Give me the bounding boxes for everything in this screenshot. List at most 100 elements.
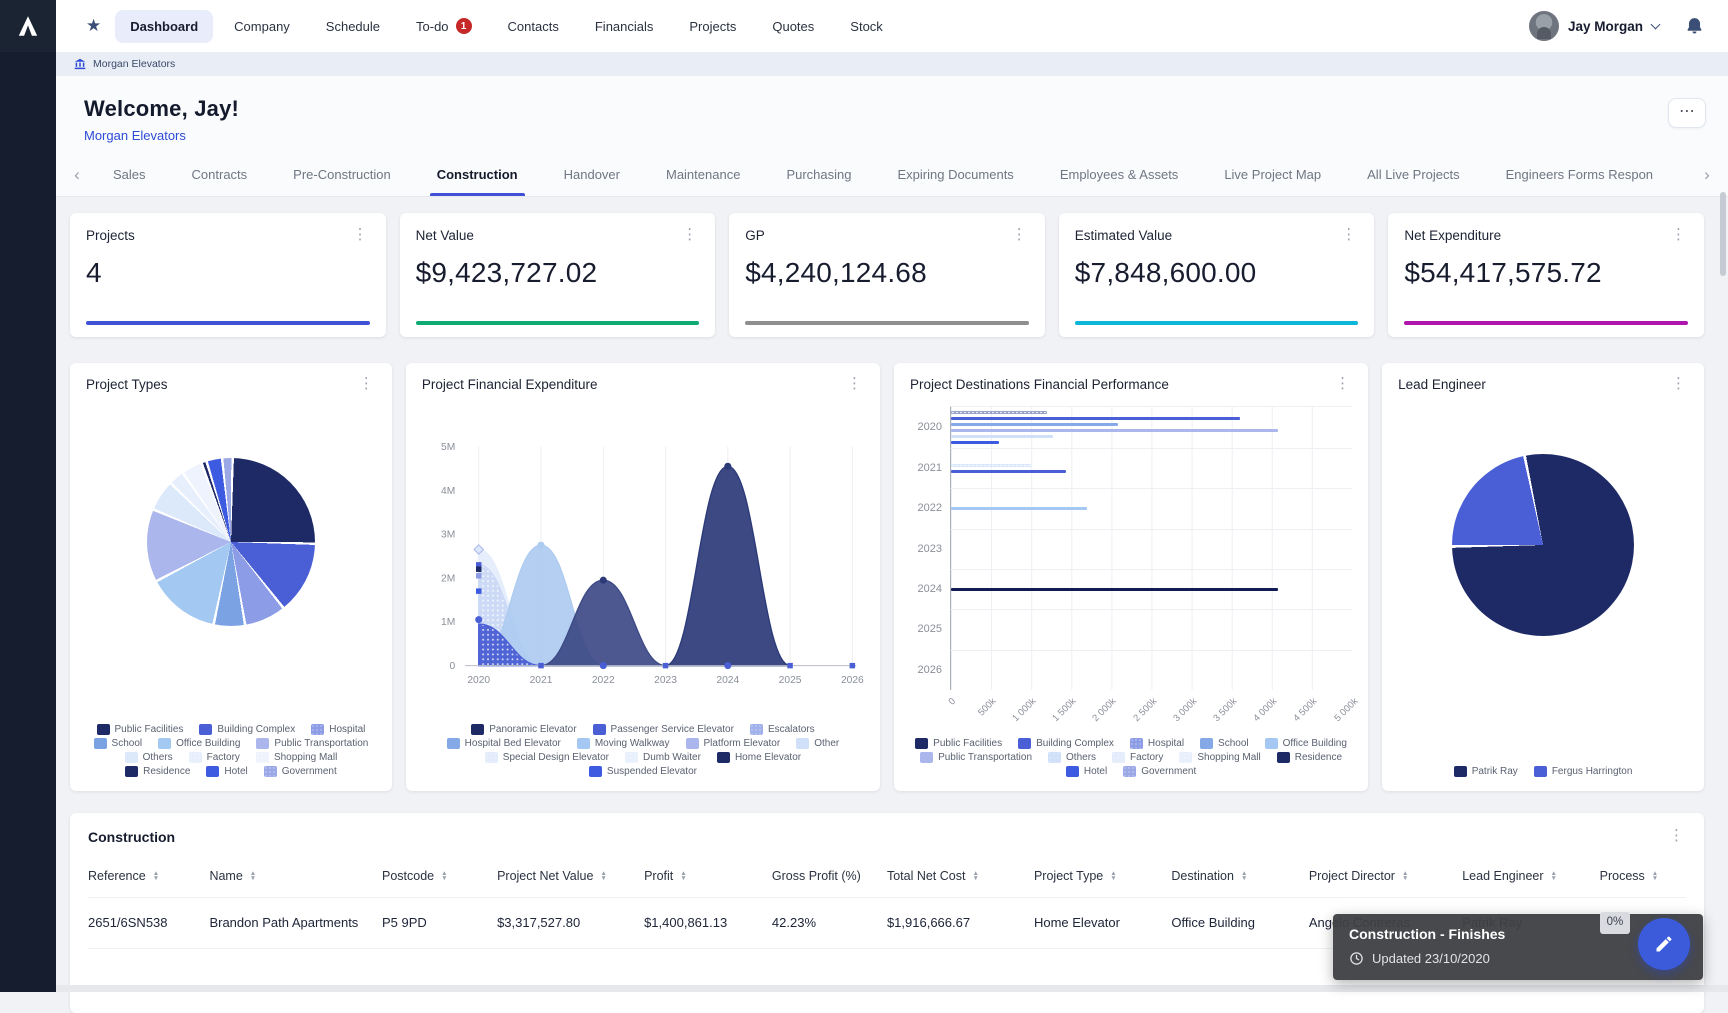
bar-group-2023: 2023	[910, 529, 1352, 569]
sort-icon[interactable]: ▲▼	[153, 871, 159, 881]
kebab-menu-icon[interactable]: ⋮	[845, 377, 864, 391]
pencil-icon	[1654, 934, 1674, 954]
column-header-postcode: Postcode▲▼	[382, 869, 497, 883]
sort-icon[interactable]: ▲▼	[1652, 871, 1658, 881]
expenditure-area-chart: 01M2M3M4M5M 2020202120222023202420252026	[422, 396, 864, 724]
tab-contracts[interactable]: Contracts	[169, 153, 271, 196]
chart-title: Project Financial Expenditure	[422, 377, 598, 392]
legend-item-public-transportation: Public Transportation	[920, 752, 1032, 763]
nav-item-schedule[interactable]: Schedule	[311, 10, 395, 43]
todo-count-badge: 1	[456, 18, 472, 34]
legend-item-home-elevator: Home Elevator	[717, 752, 801, 763]
kebab-menu-icon[interactable]: ⋮	[680, 228, 699, 242]
tabs-scroll-right-icon[interactable]: ›	[1694, 153, 1720, 196]
svg-text:4M: 4M	[441, 486, 455, 497]
nav-item-projects[interactable]: Projects	[674, 10, 751, 43]
tab-sales[interactable]: Sales	[90, 153, 169, 196]
tab-employees-assets[interactable]: Employees & Assets	[1037, 153, 1202, 196]
svg-text:2026: 2026	[841, 675, 864, 686]
header-more-button[interactable]: ⋯	[1668, 98, 1706, 128]
legend-item-school: School	[94, 738, 143, 749]
nav-item-financials[interactable]: Financials	[580, 10, 669, 43]
legend-swatch	[1534, 766, 1547, 777]
sort-icon[interactable]: ▲▼	[441, 871, 447, 881]
kebab-menu-icon[interactable]: ⋮	[1010, 228, 1029, 242]
tab-engineers-forms-respon[interactable]: Engineers Forms Respon	[1483, 153, 1676, 196]
x-axis-tick: 2 000k	[1091, 696, 1119, 724]
bar-building-complex	[951, 417, 1240, 420]
edit-fab-button[interactable]	[1638, 918, 1690, 970]
column-header-project-type: Project Type▲▼	[1034, 869, 1171, 883]
destinations-bar-chart: 20202021202220232024202520260500k1 000k1…	[910, 406, 1352, 738]
tab-expiring-documents[interactable]: Expiring Documents	[874, 153, 1036, 196]
svg-text:1M: 1M	[441, 617, 455, 628]
vertical-scrollbar-thumb[interactable]	[1720, 192, 1726, 276]
nav-item-company[interactable]: Company	[219, 10, 305, 43]
cell-postcode: P5 9PD	[382, 914, 497, 932]
kpi-value: $9,423,727.02	[416, 257, 700, 289]
sort-icon[interactable]: ▲▼	[1241, 871, 1247, 881]
nav-item-stock[interactable]: Stock	[835, 10, 898, 43]
tab-construction[interactable]: Construction	[414, 153, 541, 196]
x-axis-tick: 4 000k	[1251, 696, 1279, 724]
sort-icon[interactable]: ▲▼	[600, 871, 606, 881]
construction-table-card: Construction ⋮ Reference▲▼Name▲▼Postcode…	[70, 813, 1704, 1013]
horizontal-scrollbar-track[interactable]	[56, 985, 1728, 992]
tab-live-project-map[interactable]: Live Project Map	[1201, 153, 1344, 196]
breadcrumb-company[interactable]: Morgan Elevators	[93, 58, 175, 70]
sort-icon[interactable]: ▲▼	[1551, 871, 1557, 881]
svg-text:2M: 2M	[441, 573, 455, 584]
kpi-accent-bar	[745, 321, 1029, 325]
sort-icon[interactable]: ▲▼	[250, 871, 256, 881]
user-menu[interactable]: Jay Morgan	[1529, 11, 1659, 41]
main-nav: DashboardCompanyScheduleTo-do1ContactsFi…	[115, 9, 898, 43]
tab-handover[interactable]: Handover	[541, 153, 643, 196]
legend-swatch	[199, 724, 212, 735]
legend-item-shopping-mall: Shopping Mall	[256, 752, 337, 763]
legend-item-patrik-ray: Patrik Ray	[1454, 766, 1518, 777]
bar-school	[951, 423, 1118, 426]
kebab-menu-icon[interactable]: ⋮	[1333, 377, 1352, 391]
legend-swatch	[796, 738, 809, 749]
sort-icon[interactable]: ▲▼	[1402, 871, 1408, 881]
tab-all-live-projects[interactable]: All Live Projects	[1344, 153, 1482, 196]
bar-hotel	[951, 441, 999, 444]
legend-item-residence: Residence	[125, 766, 190, 777]
column-header-name: Name▲▼	[209, 869, 382, 883]
nav-item-to-do[interactable]: To-do1	[401, 9, 487, 43]
nav-item-dashboard[interactable]: Dashboard	[115, 10, 213, 43]
legend-item-other: Other	[796, 738, 839, 749]
tab-maintenance[interactable]: Maintenance	[643, 153, 763, 196]
logo-a-icon	[15, 13, 41, 39]
legend-swatch	[1018, 738, 1031, 749]
kebab-menu-icon[interactable]: ⋮	[1669, 228, 1688, 242]
bar-group-2025: 2025	[910, 609, 1352, 649]
chart-title: Project Types	[86, 377, 168, 392]
legend-item-moving-walkway: Moving Walkway	[577, 738, 670, 749]
sort-icon[interactable]: ▲▼	[1110, 871, 1116, 881]
kebab-menu-icon[interactable]: ⋮	[1667, 829, 1686, 843]
kebab-menu-icon[interactable]: ⋮	[357, 377, 376, 391]
nav-item-contacts[interactable]: Contacts	[493, 10, 574, 43]
legend-item-hotel: Hotel	[206, 766, 247, 777]
legend-item-public-facilities: Public Facilities	[915, 738, 1002, 749]
legend-swatch	[717, 752, 730, 763]
company-link[interactable]: Morgan Elevators	[84, 128, 186, 143]
nav-item-quotes[interactable]: Quotes	[757, 10, 829, 43]
kpi-label: Net Value	[416, 228, 474, 243]
legend-item-office-building: Office Building	[1265, 738, 1347, 749]
tab-pre-construction[interactable]: Pre-Construction	[270, 153, 414, 196]
kebab-menu-icon[interactable]: ⋮	[1339, 228, 1358, 242]
kebab-menu-icon[interactable]: ⋮	[1669, 377, 1688, 391]
legend-swatch	[485, 752, 498, 763]
sort-icon[interactable]: ▲▼	[680, 871, 686, 881]
sort-icon[interactable]: ▲▼	[972, 871, 978, 881]
kebab-menu-icon[interactable]: ⋮	[351, 228, 370, 242]
favorite-star-icon[interactable]: ★	[86, 16, 101, 36]
column-header-process: Process▲▼	[1600, 869, 1686, 883]
legend-item-residence: Residence	[1277, 752, 1342, 763]
tabs-scroll-left-icon[interactable]: ‹	[64, 153, 90, 196]
bell-icon[interactable]	[1685, 16, 1704, 36]
app-logo[interactable]	[0, 0, 56, 52]
tab-purchasing[interactable]: Purchasing	[763, 153, 874, 196]
